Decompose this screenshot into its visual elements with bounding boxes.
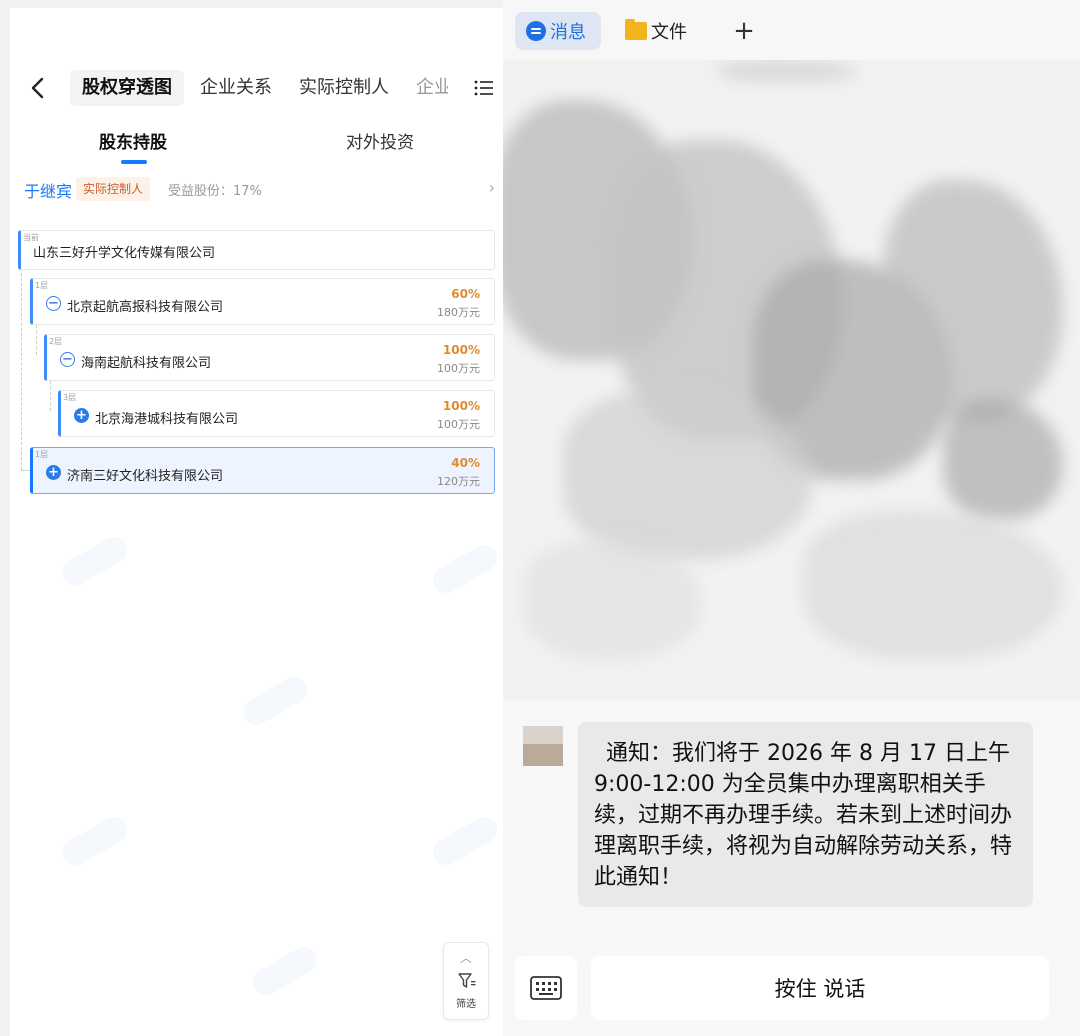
node-level: 1层 (35, 281, 49, 290)
filter-icon (458, 973, 476, 988)
node-company-name: 山东三好升学文化传媒有限公司 (33, 246, 216, 261)
watermark-logo (248, 942, 322, 1000)
tab-messages[interactable]: 消息 (515, 12, 601, 50)
node-company-name: 济南三好文化科技有限公司 (67, 469, 224, 484)
watermark-logo (428, 540, 502, 598)
tab-messages-label: 消息 (550, 22, 586, 43)
screen-root: 股权穿透图 企业关系 实际控制人 企业 股东持股 对外投资 于继宾 实际控制人 … (0, 0, 1080, 1036)
add-tab-button[interactable]: + (731, 12, 757, 50)
hold-to-talk-button[interactable]: 按住 说话 (591, 956, 1049, 1020)
filter-label: 筛选 (456, 999, 476, 1010)
keyboard-toggle-button[interactable] (515, 956, 577, 1020)
tree-node[interactable]: 1层 − 北京起航高报科技有限公司 60% 180万元 (30, 278, 495, 325)
node-percent: 40% (451, 456, 480, 470)
watermark-logo (58, 812, 132, 870)
tab-equity-chart[interactable]: 股权穿透图 (70, 70, 184, 106)
message-bubble-icon (526, 21, 546, 41)
active-tab-indicator (121, 160, 147, 164)
beneficial-share: 受益股份：17% (168, 184, 262, 199)
top-nav: 股权穿透图 企业关系 实际控制人 企业 (10, 66, 503, 110)
tab-files-label: 文件 (651, 22, 687, 43)
tree-node-current[interactable]: 当前 山东三好升学文化传媒有限公司 (18, 230, 495, 270)
tab-shareholders[interactable]: 股东持股 (99, 128, 167, 153)
collapse-icon[interactable]: − (60, 352, 75, 367)
node-level: 1层 (35, 450, 49, 459)
list-menu-icon (474, 80, 493, 96)
equity-tree: 当前 山东三好升学文化传媒有限公司 1层 − 北京起航高报科技有限公司 60% … (10, 222, 503, 502)
tree-node[interactable]: 2层 − 海南起航科技有限公司 100% 100万元 (44, 334, 495, 381)
node-percent: 60% (451, 287, 480, 301)
tree-connector (21, 268, 22, 470)
tab-actual-controller[interactable]: 实际控制人 (299, 70, 389, 106)
node-company-name: 海南起航科技有限公司 (81, 356, 212, 371)
node-amount: 100万元 (437, 362, 480, 375)
tree-node[interactable]: 3层 + 北京海港城科技有限公司 100% 100万元 (58, 390, 495, 437)
redacted-area (503, 60, 1080, 700)
tab-files[interactable]: 文件 (625, 12, 687, 50)
node-company-name: 北京海港城科技有限公司 (95, 412, 239, 427)
tree-connector (50, 381, 51, 411)
input-bar: 按住 说话 (503, 944, 1080, 1036)
node-percent: 100% (442, 399, 480, 413)
controller-name[interactable]: 于继宾 (24, 178, 72, 202)
sender-avatar[interactable] (523, 726, 563, 766)
tree-node-highlighted[interactable]: 1层 + 济南三好文化科技有限公司 40% 120万元 (30, 447, 495, 494)
chevron-right-icon: › (488, 178, 495, 197)
watermark-logo (58, 532, 132, 590)
controller-tag: 实际控制人 (76, 177, 151, 201)
node-amount: 180万元 (437, 306, 480, 319)
watermark-logo (428, 812, 502, 870)
node-amount: 120万元 (437, 475, 480, 488)
tab-enterprise-truncated[interactable]: 企业 (416, 70, 448, 106)
folder-icon (625, 19, 647, 40)
node-percent: 100% (442, 343, 480, 357)
filter-button[interactable]: ︿ 筛选 (443, 942, 489, 1020)
node-company-name: 北京起航高报科技有限公司 (67, 300, 224, 315)
chat-top-bar: 消息 文件 + (503, 0, 1080, 60)
back-button[interactable] (20, 70, 54, 106)
tree-connector (36, 325, 37, 355)
message-bubble[interactable]: 通知：我们将于 2026 年 8 月 17 日上午 9:00-12:00 为全员… (578, 722, 1033, 907)
sub-tabs: 股东持股 对外投资 (10, 120, 503, 168)
chevron-up-icon[interactable]: ︿ (460, 949, 472, 966)
tab-outbound-investment[interactable]: 对外投资 (346, 128, 414, 153)
equity-panel: 股权穿透图 企业关系 实际控制人 企业 股东持股 对外投资 于继宾 实际控制人 … (10, 8, 503, 1036)
node-level: 3层 (63, 393, 77, 402)
collapse-icon[interactable]: − (46, 296, 61, 311)
message-text: 通知：我们将于 2026 年 8 月 17 日上午 9:00-12:00 为全员… (594, 741, 1013, 890)
actual-controller-row[interactable]: 于继宾 实际控制人 受益股份：17% › (10, 174, 503, 204)
chat-panel: 消息 文件 + 通知：我们将于 2026 年 8 月 17 日上午 9:00-1… (503, 0, 1080, 1036)
menu-button[interactable] (469, 70, 499, 106)
node-amount: 100万元 (437, 418, 480, 431)
keyboard-icon (530, 976, 562, 1000)
expand-icon[interactable]: + (46, 465, 61, 480)
watermark-logo (238, 672, 312, 730)
expand-icon[interactable]: + (74, 408, 89, 423)
node-level: 2层 (49, 337, 63, 346)
back-arrow-icon (31, 77, 44, 99)
tab-enterprise-relations[interactable]: 企业关系 (200, 70, 272, 106)
